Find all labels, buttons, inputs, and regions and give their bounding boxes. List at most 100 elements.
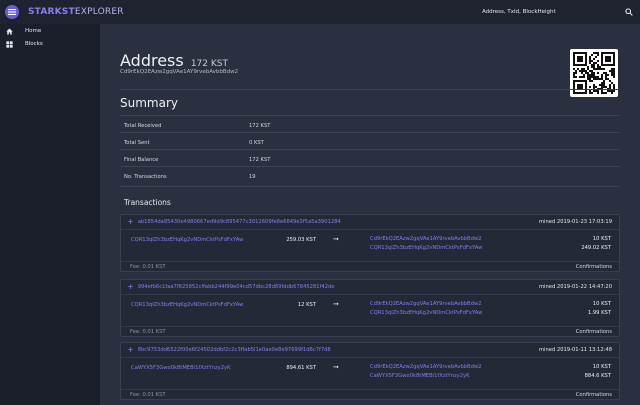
- sidebar-item-label: Blocks: [25, 41, 43, 47]
- summary-row-transactions: No. Transactions 19: [120, 166, 620, 186]
- qr-module: [573, 62, 575, 64]
- qr-module: [607, 78, 609, 80]
- qr-module: [585, 80, 587, 82]
- qr-module: [605, 56, 607, 58]
- to-address-link[interactable]: Cd9rEkQ2EAzw2gqVAe1AY9rvebAvbbBdw2: [370, 301, 481, 307]
- qr-module: [613, 58, 615, 60]
- qr-module: [605, 92, 607, 94]
- sidebar-item-blocks[interactable]: Blocks: [0, 38, 100, 50]
- qr-module: [609, 52, 611, 54]
- arrow-right-icon: ➞: [333, 235, 339, 243]
- qr-module: [605, 86, 607, 88]
- divider: [120, 89, 620, 90]
- to-address-link[interactable]: Cd9rEkQ2EAzw2gqVAe1AY9rvebAvbbBdw2: [370, 364, 481, 370]
- qr-module: [609, 86, 611, 88]
- summary-label: Total Received: [124, 122, 162, 129]
- summary-label: Final Balance: [124, 156, 159, 163]
- to-address-link[interactable]: Cd9rEkQ2EAzw2gqVAe1AY9rvebAvbbBdw2: [370, 236, 481, 242]
- qr-module: [585, 54, 587, 56]
- transaction-header: + 8bc9753dd6522f00e6f24502ddbf2c2c3ffab5…: [121, 343, 619, 358]
- qr-module: [613, 52, 615, 54]
- qr-module: [591, 60, 593, 62]
- qr-module: [595, 76, 597, 78]
- qr-module: [613, 68, 615, 70]
- qr-module: [603, 86, 605, 88]
- qr-module: [573, 58, 575, 60]
- transaction-body: CaWYX5F3Gwo0k8tMEBi1fXztYnzy2yK 894.61 K…: [121, 358, 619, 389]
- qr-module: [573, 52, 575, 54]
- search-icon[interactable]: [625, 8, 633, 16]
- expand-icon[interactable]: +: [127, 283, 134, 291]
- qr-module: [573, 92, 575, 94]
- qr-module: [579, 84, 581, 86]
- expand-icon[interactable]: +: [127, 346, 134, 354]
- qr-module: [595, 68, 597, 70]
- qr-module: [583, 76, 585, 78]
- qr-module: [579, 92, 581, 94]
- qr-module: [579, 70, 581, 72]
- qr-module: [611, 72, 613, 74]
- qr-module: [609, 60, 611, 62]
- transaction-hash-link[interactable]: 994efb6c1faa7f825852cffabb244f99e04cd57d…: [138, 284, 539, 290]
- menu-button[interactable]: [5, 5, 19, 19]
- qr-module: [601, 54, 603, 56]
- qr-module: [593, 52, 595, 54]
- qr-module: [589, 90, 591, 92]
- qr-module: [589, 92, 591, 94]
- qr-module: [573, 72, 575, 74]
- output-amount: 10 KST: [592, 235, 611, 242]
- qr-module: [585, 60, 587, 62]
- qr-module: [591, 76, 593, 78]
- sidebar-item-home[interactable]: Home: [0, 25, 100, 37]
- qr-module: [603, 68, 605, 70]
- qr-module: [585, 64, 587, 66]
- qr-module: [601, 62, 603, 64]
- qr-module: [583, 64, 585, 66]
- qr-module: [575, 80, 577, 82]
- qr-module: [591, 66, 593, 68]
- qr-module: [581, 56, 583, 58]
- qr-module: [609, 56, 611, 58]
- qr-module: [583, 74, 585, 76]
- qr-module: [589, 58, 591, 60]
- qr-module: [601, 56, 603, 58]
- expand-icon[interactable]: +: [127, 218, 134, 226]
- sidebar-item-label: Home: [25, 28, 42, 34]
- qr-module: [597, 52, 599, 54]
- transaction-hash-link[interactable]: ab1854da85430e4980667ed9d9c895477c301260…: [138, 219, 539, 225]
- qr-module: [597, 54, 599, 56]
- from-address-link[interactable]: CQR13qlZh3bzEHqKg2vNDmCktPsFdFxYAw: [131, 302, 243, 308]
- qr-module: [579, 56, 581, 58]
- qr-module: [611, 92, 613, 94]
- qr-module: [581, 92, 583, 94]
- qr-module: [613, 64, 615, 66]
- transaction-card: + ab1854da85430e4980667ed9d9c895477c3012…: [120, 214, 620, 272]
- transaction-hash-link[interactable]: 8bc9753dd6522f00e6f24502ddbf2c2c3ffab5l1…: [138, 347, 539, 353]
- from-address-link[interactable]: CQR13qlZh3bzEHqKg2vNDmCktPsFdFxYAw: [131, 237, 243, 243]
- output-amount: 249.02 KST: [581, 244, 611, 251]
- qr-module: [613, 72, 615, 74]
- search-input[interactable]: Address, TxId, BlockHeight: [481, 9, 625, 15]
- search-bar[interactable]: Address, TxId, BlockHeight: [481, 6, 633, 18]
- qr-module: [603, 80, 605, 82]
- qr-module: [601, 64, 603, 66]
- qr-module: [593, 66, 595, 68]
- qr-module: [585, 84, 587, 86]
- output-row: CQR13qlZh3bzEHqKg2vNDmCktPsFdFxYAw 249.02…: [370, 243, 611, 252]
- qr-module: [585, 86, 587, 88]
- to-address-link[interactable]: CaWYX5F3Gwo0k8tMEBi1fXztYnzy2yK: [370, 373, 470, 379]
- input-amount: 894.61 KST: [286, 365, 316, 371]
- qr-module: [585, 92, 587, 94]
- qr-module: [581, 64, 583, 66]
- qr-module: [589, 80, 591, 82]
- to-address-link[interactable]: CQR13qlZh3bzEHqKg2vNDmCktPsFdFxYAw: [370, 245, 482, 251]
- qr-module: [593, 76, 595, 78]
- qr-module: [597, 68, 599, 70]
- qr-module: [585, 70, 587, 72]
- qr-module: [591, 74, 593, 76]
- brand-logo[interactable]: STARKSTEXPLORER: [28, 7, 124, 17]
- qr-module: [605, 58, 607, 60]
- output-row: Cd9rEkQ2EAzw2gqVAe1AY9rvebAvbbBdw2 10 KST: [370, 362, 611, 371]
- from-address-link[interactable]: CaWYX5F3Gwo0k8tMEBi1fXztYnzy2yK: [131, 365, 231, 371]
- to-address-link[interactable]: CQR13qlZh3bzEHqKg2vNDmCktPsFdFxYAw: [370, 310, 482, 316]
